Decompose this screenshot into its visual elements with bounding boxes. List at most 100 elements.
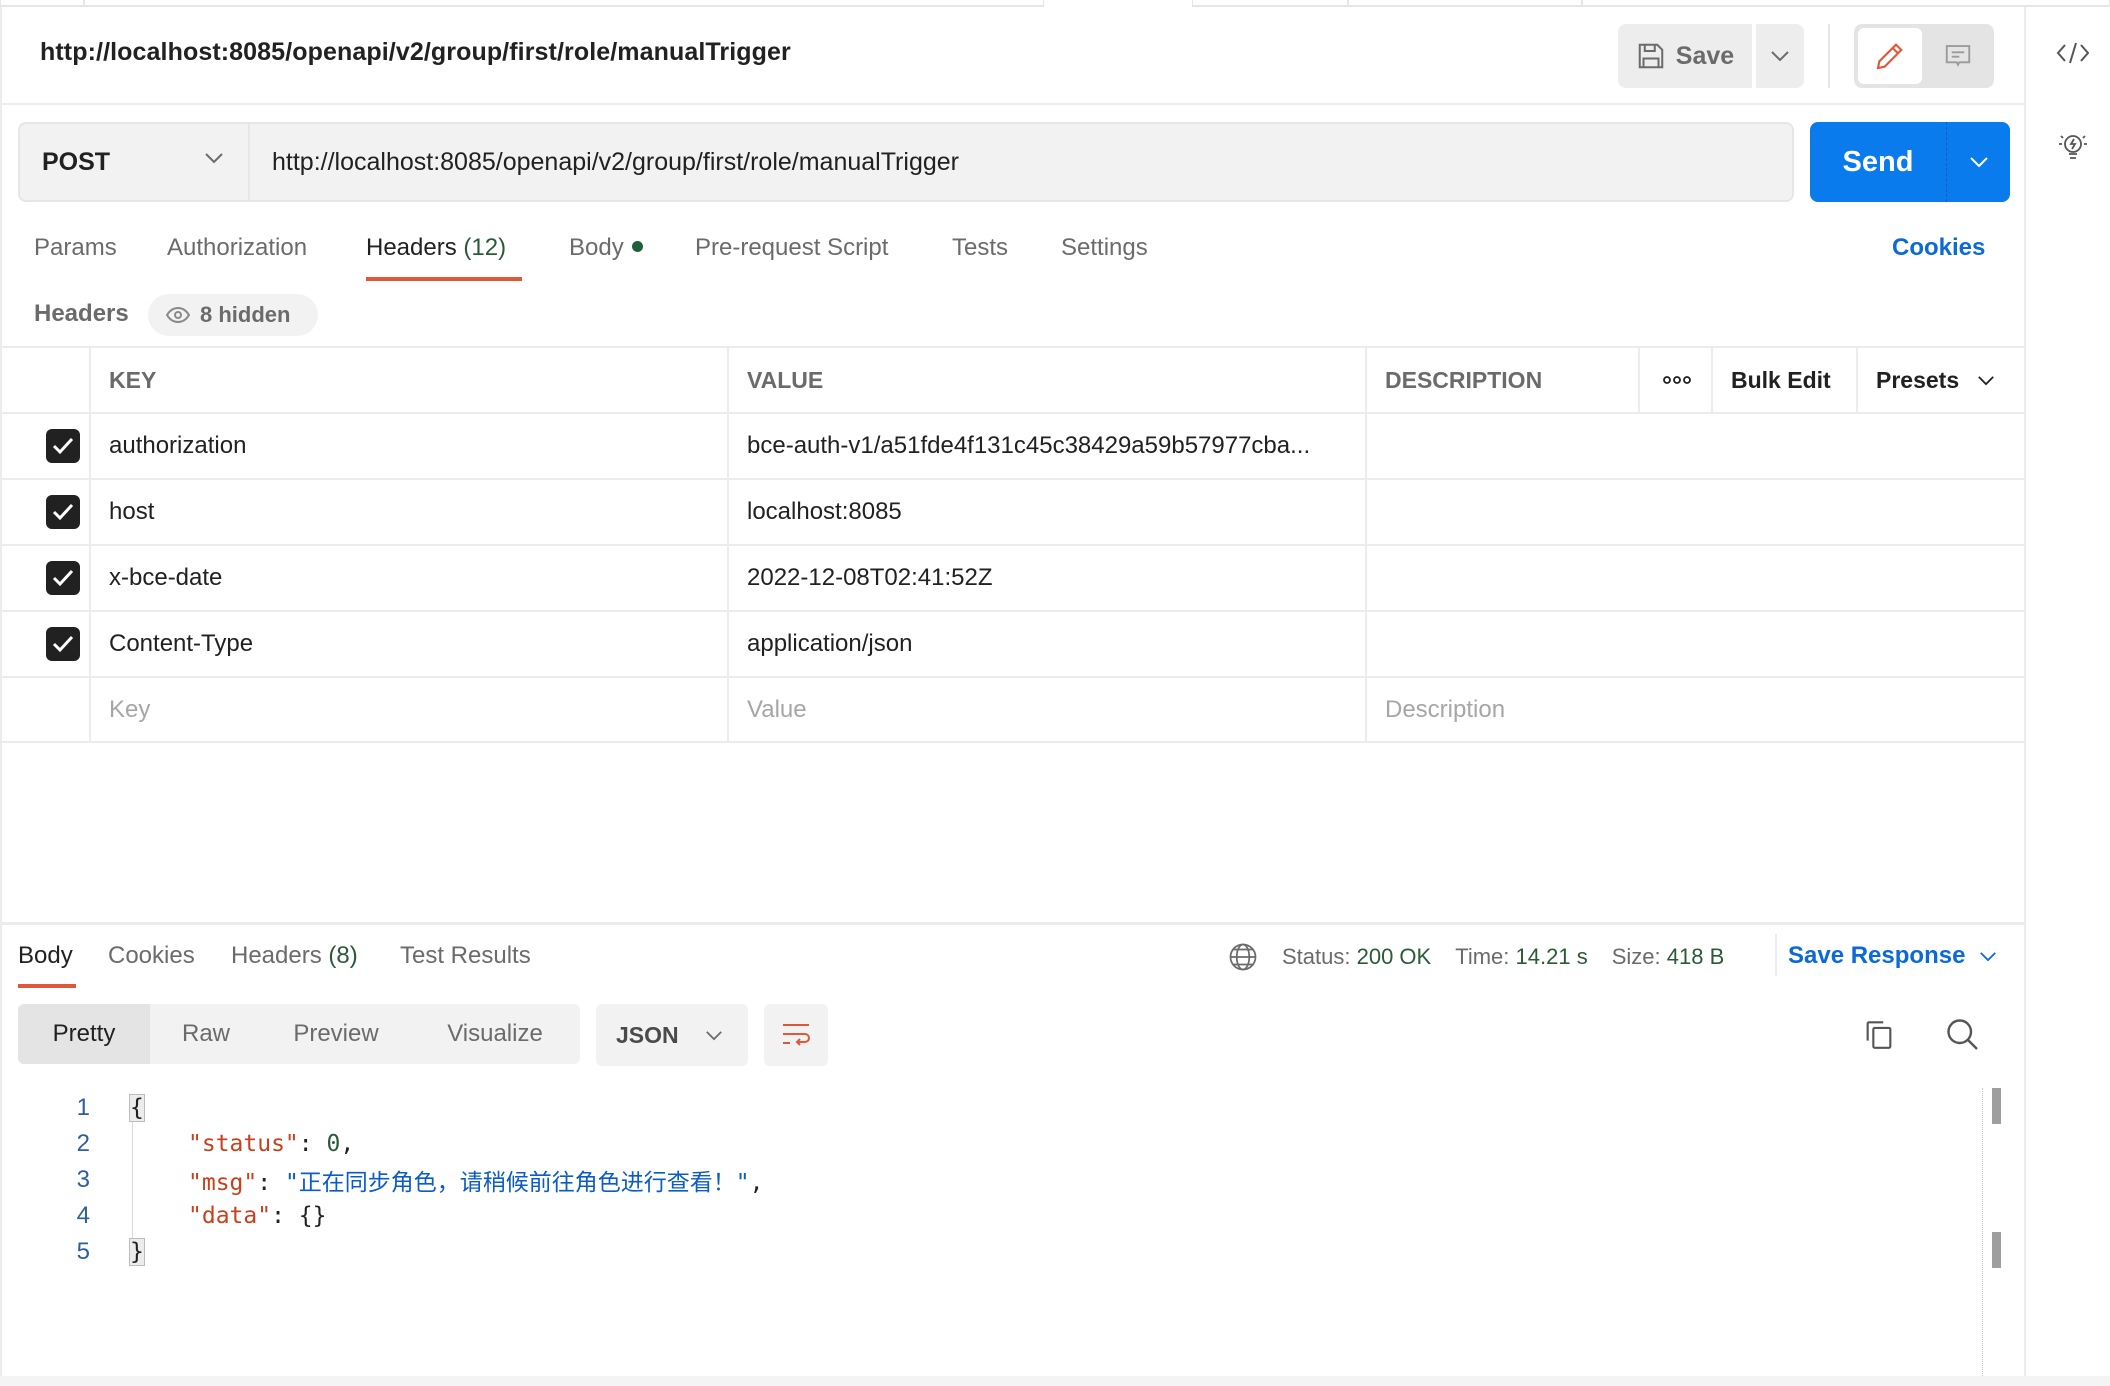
status-readout[interactable]: Status: 200 OK bbox=[1282, 944, 1431, 970]
header-key-cell[interactable]: x-bce-date bbox=[91, 546, 729, 610]
send-button[interactable]: Send bbox=[1810, 122, 1946, 202]
new-value-input[interactable]: Value bbox=[729, 678, 1367, 742]
comment-icon bbox=[1945, 45, 1971, 67]
row-enable-checkbox[interactable] bbox=[0, 546, 91, 610]
header-value-cell[interactable]: 2022-12-08T02:41:52Z bbox=[729, 546, 1367, 610]
globe-icon[interactable] bbox=[1228, 942, 1258, 972]
save-response-dropdown[interactable]: Save Response bbox=[1788, 942, 1997, 970]
indent-guide bbox=[132, 1108, 133, 1258]
size-label: Size: bbox=[1611, 944, 1661, 969]
body-modified-dot bbox=[631, 241, 643, 253]
code-scroll-marker[interactable] bbox=[1992, 1232, 2001, 1268]
line-content: "data": {} bbox=[188, 1203, 327, 1229]
url-input[interactable]: http://localhost:8085/openapi/v2/group/f… bbox=[248, 122, 1794, 202]
comment-mode-button[interactable] bbox=[1926, 28, 1990, 84]
tab-settings[interactable]: Settings bbox=[1061, 234, 1148, 262]
json-colon: : bbox=[271, 1203, 299, 1229]
view-preview[interactable]: Preview bbox=[262, 1004, 410, 1064]
tab-params[interactable]: Params bbox=[34, 234, 117, 262]
time-readout[interactable]: Time: 14.21 s bbox=[1455, 944, 1587, 970]
edit-mode-button[interactable] bbox=[1858, 28, 1922, 84]
bulk-edit-button[interactable]: Bulk Edit bbox=[1713, 348, 1858, 412]
checkmark-icon bbox=[52, 569, 74, 587]
checkbox-column-header bbox=[0, 348, 91, 412]
insights-button[interactable] bbox=[2056, 130, 2090, 171]
eye-icon bbox=[166, 307, 190, 323]
checkmark-icon bbox=[52, 503, 74, 521]
response-tab-headers[interactable]: Headers (8) bbox=[231, 942, 358, 970]
checkmark-icon bbox=[52, 635, 74, 653]
workspace-tab[interactable] bbox=[0, 0, 84, 7]
table-row: host localhost:8085 bbox=[0, 478, 2026, 544]
chevron-down-icon bbox=[1978, 375, 1994, 385]
status-bar-edge bbox=[0, 1376, 2110, 1386]
response-tab-body[interactable]: Body bbox=[18, 942, 73, 970]
header-key-cell[interactable]: authorization bbox=[91, 414, 729, 478]
meta-divider bbox=[1775, 934, 1777, 976]
checkbox-checked[interactable] bbox=[46, 627, 80, 661]
method-label: POST bbox=[42, 147, 111, 176]
header-key-cell[interactable]: Content-Type bbox=[91, 612, 729, 676]
response-tab-test-results[interactable]: Test Results bbox=[400, 942, 531, 970]
hidden-count-label: 8 hidden bbox=[200, 302, 291, 327]
response-tab-cookies[interactable]: Cookies bbox=[108, 942, 195, 970]
table-row-new: Key Value Description bbox=[0, 676, 2026, 742]
wrap-lines-button[interactable] bbox=[764, 1004, 828, 1066]
header-value-cell[interactable]: bce-auth-v1/a51fde4f131c45c38429a59b5797… bbox=[729, 414, 1367, 478]
header-description-cell[interactable] bbox=[1367, 414, 2026, 478]
header-key-cell[interactable]: host bbox=[91, 480, 729, 544]
row-enable-checkbox[interactable] bbox=[0, 480, 91, 544]
hidden-headers-toggle[interactable]: 8 hidden bbox=[148, 294, 318, 336]
checkbox-checked[interactable] bbox=[46, 495, 80, 529]
checkbox-checked[interactable] bbox=[46, 429, 80, 463]
code-minimap-track[interactable] bbox=[1982, 1088, 1983, 1386]
line-content: "msg": "正在同步角色，请稍候前往角色进行查看！", bbox=[188, 1163, 764, 1197]
line-number: 2 bbox=[76, 1130, 90, 1157]
save-options-dropdown[interactable] bbox=[1756, 24, 1804, 88]
tab-body[interactable]: Body bbox=[569, 234, 643, 262]
workspace-tab[interactable] bbox=[1192, 0, 1348, 7]
new-description-input[interactable]: Description bbox=[1367, 678, 2026, 742]
tab-headers[interactable]: Headers (12) bbox=[366, 234, 506, 262]
json-colon: : bbox=[257, 1170, 285, 1196]
view-raw[interactable]: Raw bbox=[150, 1004, 262, 1064]
header-value-cell[interactable]: application/json bbox=[729, 612, 1367, 676]
code-snippet-button[interactable] bbox=[2056, 40, 2090, 71]
presets-dropdown[interactable]: Presets bbox=[1858, 348, 2026, 412]
request-title[interactable]: http://localhost:8085/openapi/v2/group/f… bbox=[40, 38, 791, 67]
header-value-cell[interactable]: localhost:8085 bbox=[729, 480, 1367, 544]
tab-authorization[interactable]: Authorization bbox=[167, 234, 307, 262]
row-enable-checkbox[interactable] bbox=[0, 612, 91, 676]
workspace-tab[interactable] bbox=[84, 0, 1044, 7]
send-options-dropdown[interactable] bbox=[1946, 122, 2010, 202]
size-readout[interactable]: Size: 418 B bbox=[1612, 944, 1725, 970]
save-button[interactable]: Save bbox=[1618, 24, 1752, 88]
save-response-label: Save Response bbox=[1788, 942, 1966, 969]
floppy-disk-icon bbox=[1638, 43, 1664, 69]
status-value: 200 OK bbox=[1356, 944, 1432, 969]
response-view-selector: Pretty Raw Preview Visualize bbox=[18, 1004, 580, 1064]
new-key-input[interactable]: Key bbox=[91, 678, 729, 742]
header-description-cell[interactable] bbox=[1367, 480, 2026, 544]
checkbox-checked[interactable] bbox=[46, 561, 80, 595]
tab-pre-request-script[interactable]: Pre-request Script bbox=[695, 234, 888, 262]
code-scroll-marker[interactable] bbox=[1992, 1088, 2001, 1124]
method-select[interactable]: POST bbox=[18, 122, 248, 202]
view-visualize[interactable]: Visualize bbox=[410, 1004, 580, 1064]
header-description-cell[interactable] bbox=[1367, 546, 2026, 610]
pencil-icon bbox=[1876, 43, 1903, 70]
workspace-tab[interactable] bbox=[1348, 0, 1582, 7]
json-key: "data" bbox=[188, 1203, 272, 1229]
row-enable-checkbox[interactable] bbox=[0, 414, 91, 478]
response-pane-divider[interactable] bbox=[0, 922, 2026, 925]
tab-tests[interactable]: Tests bbox=[952, 234, 1008, 262]
json-comma: , bbox=[340, 1131, 355, 1157]
copy-button[interactable] bbox=[1862, 1018, 1896, 1057]
search-button[interactable] bbox=[1944, 1016, 1980, 1057]
view-pretty[interactable]: Pretty bbox=[18, 1004, 150, 1064]
header-description-cell[interactable] bbox=[1367, 612, 2026, 676]
format-dropdown[interactable]: JSON bbox=[596, 1004, 748, 1066]
cookies-link[interactable]: Cookies bbox=[1892, 234, 1985, 262]
toolbar-divider bbox=[1828, 24, 1830, 88]
column-options-button[interactable] bbox=[1640, 348, 1713, 412]
